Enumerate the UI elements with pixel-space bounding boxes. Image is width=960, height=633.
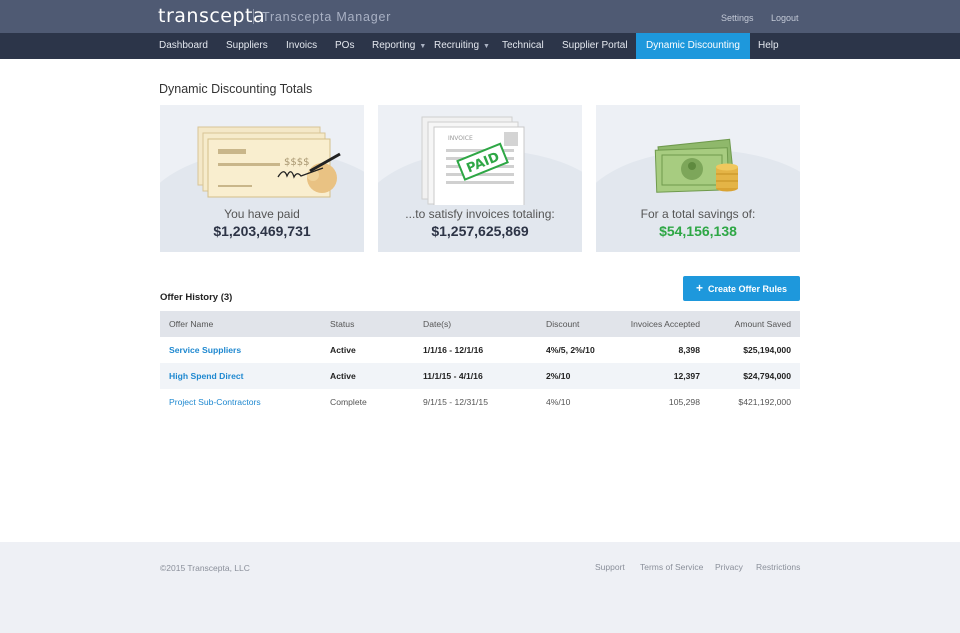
offer-history-table: Offer Name Status Date(s) Discount Invoi… bbox=[160, 311, 800, 415]
table-row: High Spend Direct Active 11/1/15 - 4/1/1… bbox=[160, 363, 800, 389]
footer-link-restrictions[interactable]: Restrictions bbox=[756, 562, 800, 572]
column-header-status[interactable]: Status bbox=[330, 311, 354, 337]
column-header-dates[interactable]: Date(s) bbox=[423, 311, 451, 337]
offer-dates: 9/1/15 - 12/31/15 bbox=[423, 397, 488, 407]
nav-label: Technical bbox=[502, 40, 544, 51]
nav-label: POs bbox=[335, 40, 355, 51]
logout-link[interactable]: Logout bbox=[771, 13, 799, 23]
offer-name-link[interactable]: Project Sub-Contractors bbox=[169, 389, 261, 415]
footer-link-support[interactable]: Support bbox=[595, 562, 625, 572]
footer-link-terms[interactable]: Terms of Service bbox=[640, 562, 703, 572]
nav-label: Dynamic Discounting bbox=[646, 40, 740, 51]
column-header-offer-name[interactable]: Offer Name bbox=[169, 311, 213, 337]
nav-item-invoices[interactable]: Invoics bbox=[286, 33, 317, 59]
logo-divider bbox=[253, 9, 254, 24]
offer-invoices-accepted: 105,298 bbox=[668, 397, 700, 407]
invoices-label: ...to satisfy invoices totaling: bbox=[405, 207, 555, 221]
savings-card: For a total savings of: $54,156,138 bbox=[596, 105, 800, 252]
offer-discount: 2%/10 bbox=[546, 371, 571, 381]
paid-value: $1,203,469,731 bbox=[213, 223, 311, 239]
paid-card: $$$$ You have paid $1,203,469,731 bbox=[160, 105, 364, 252]
page-title: Dynamic Discounting Totals bbox=[159, 82, 313, 96]
offer-invoices-accepted: 8,398 bbox=[678, 345, 700, 355]
settings-link[interactable]: Settings bbox=[721, 13, 754, 23]
nav-label: Suppliers bbox=[226, 40, 268, 51]
nav-label: Recruiting bbox=[434, 40, 480, 51]
offer-history-heading: Offer History (3) bbox=[160, 292, 233, 303]
nav-item-help[interactable]: Help bbox=[758, 33, 779, 59]
offer-amount-saved: $421,192,000 bbox=[738, 397, 791, 407]
offer-status: Active bbox=[330, 371, 356, 381]
main-nav: Dashboard Suppliers Invoics POs Reportin… bbox=[0, 33, 960, 59]
nav-item-dashboard[interactable]: Dashboard bbox=[159, 33, 208, 59]
nav-item-dynamic-discounting[interactable]: Dynamic Discounting bbox=[636, 33, 750, 59]
invoice-illustration: INVOICE PAID bbox=[421, 116, 525, 205]
create-offer-rules-label: Create Offer Rules bbox=[707, 284, 788, 294]
chevron-down-icon: ▼ bbox=[419, 43, 427, 50]
check-amount-text: $$$$ bbox=[284, 157, 309, 168]
nav-label: Supplier Portal bbox=[562, 40, 628, 51]
column-header-invoices-accepted[interactable]: Invoices Accepted bbox=[631, 311, 700, 337]
logo[interactable]: transcepta bbox=[158, 5, 265, 27]
footer: ©2015 Transcepta, LLC Support Terms of S… bbox=[0, 542, 960, 633]
invoice-title-text: INVOICE bbox=[448, 135, 473, 142]
offer-discount: 4%/10 bbox=[546, 397, 571, 407]
offer-invoices-accepted: 12,397 bbox=[673, 371, 700, 381]
check-illustration: $$$$ bbox=[197, 126, 341, 198]
nav-item-reporting[interactable]: Reporting ▼ bbox=[372, 33, 426, 59]
nav-item-pos[interactable]: POs bbox=[335, 33, 354, 59]
create-offer-rules-button[interactable]: + Create Offer Rules bbox=[683, 276, 800, 301]
top-header: transcepta Transcepta Manager Settings L… bbox=[0, 0, 960, 33]
offer-dates: 11/1/15 - 4/1/16 bbox=[423, 371, 483, 381]
nav-label: Reporting bbox=[372, 40, 416, 51]
savings-value: $54,156,138 bbox=[659, 223, 737, 239]
savings-label: For a total savings of: bbox=[640, 207, 756, 221]
offer-amount-saved: $25,194,000 bbox=[743, 345, 791, 355]
offer-status: Active bbox=[330, 345, 356, 355]
offer-dates: 1/1/16 - 12/1/16 bbox=[423, 345, 484, 355]
nav-item-technical[interactable]: Technical bbox=[502, 33, 544, 59]
table-header: Offer Name Status Date(s) Discount Invoi… bbox=[160, 311, 800, 337]
paid-label: You have paid bbox=[224, 207, 300, 221]
invoices-card: INVOICE PAID ...to satisfy invoices tota… bbox=[378, 105, 582, 252]
table-row: Project Sub-Contractors Complete 9/1/15 … bbox=[160, 389, 800, 415]
column-header-amount-saved[interactable]: Amount Saved bbox=[735, 311, 791, 337]
app-name: Transcepta Manager bbox=[262, 10, 392, 24]
money-illustration bbox=[654, 138, 738, 193]
table-row: Service Suppliers Active 1/1/16 - 12/1/1… bbox=[160, 337, 800, 363]
footer-link-privacy[interactable]: Privacy bbox=[715, 562, 743, 572]
nav-label: Dashboard bbox=[159, 40, 208, 51]
offer-amount-saved: $24,794,000 bbox=[743, 371, 791, 381]
invoices-value: $1,257,625,869 bbox=[431, 223, 529, 239]
chevron-down-icon: ▼ bbox=[483, 43, 490, 50]
copyright-text: ©2015 Transcepta, LLC bbox=[160, 563, 250, 573]
offer-name-link[interactable]: Service Suppliers bbox=[169, 337, 241, 363]
nav-item-recruiting[interactable]: Recruiting ▼ bbox=[434, 33, 490, 59]
nav-label: Invoics bbox=[286, 40, 318, 51]
nav-item-suppliers[interactable]: Suppliers bbox=[226, 33, 268, 59]
column-header-discount[interactable]: Discount bbox=[546, 311, 579, 337]
offer-name-link[interactable]: High Spend Direct bbox=[169, 363, 244, 389]
nav-label: Help bbox=[758, 40, 779, 51]
offer-status: Complete bbox=[330, 397, 367, 407]
nav-item-supplier-portal[interactable]: Supplier Portal bbox=[562, 33, 628, 59]
plus-icon: + bbox=[695, 281, 703, 295]
offer-discount: 4%/5, 2%/10 bbox=[546, 345, 595, 355]
